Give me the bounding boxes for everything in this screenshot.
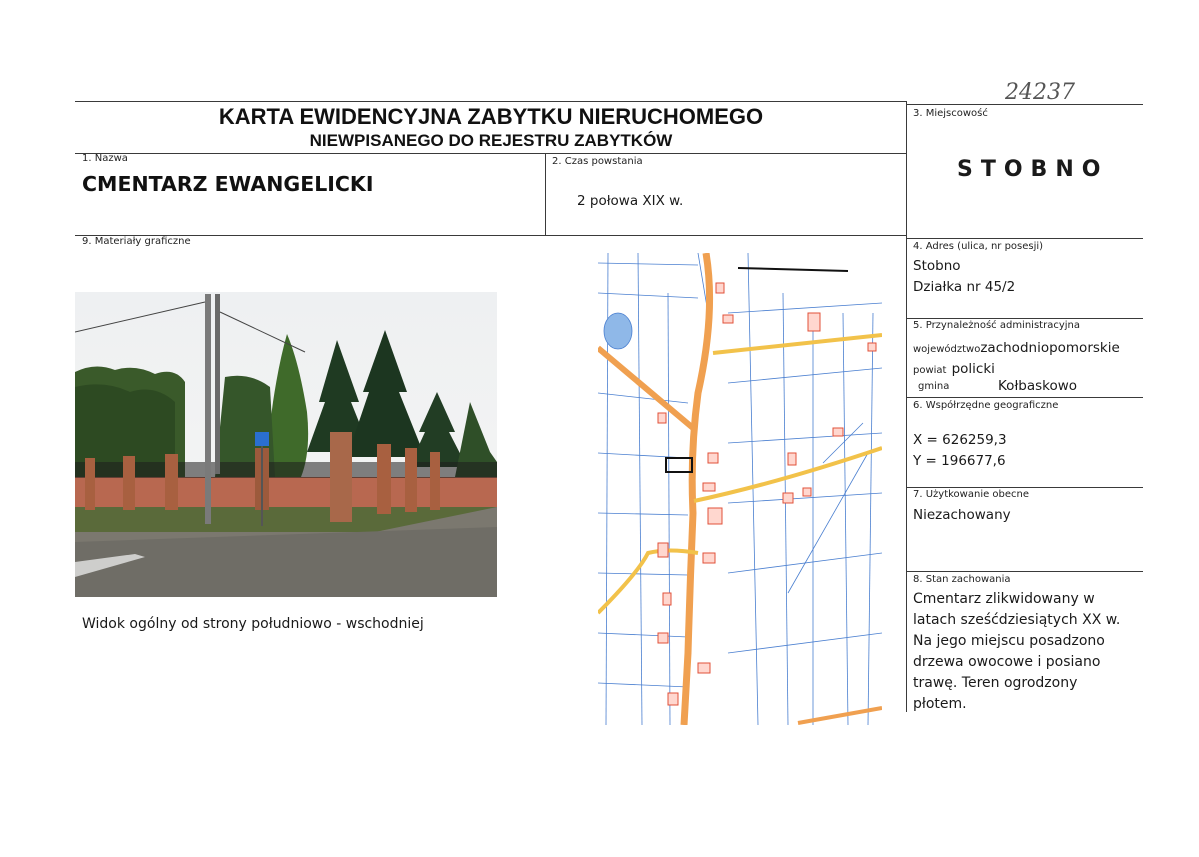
condition-line: drzewa owocowe i posiano bbox=[913, 654, 1101, 670]
divider-top bbox=[75, 101, 907, 102]
site-photo bbox=[75, 292, 497, 597]
site-map bbox=[598, 253, 882, 725]
condition-line: płotem. bbox=[913, 696, 967, 712]
registry-number: 24237 bbox=[1005, 80, 1075, 105]
date-value: 2 połowa XIX w. bbox=[577, 193, 684, 209]
voivodeship-label: województwo bbox=[913, 344, 981, 355]
usage-value: Niezachowany bbox=[913, 507, 1011, 523]
divider-vertical-right bbox=[906, 101, 907, 712]
town-value: STOBNO bbox=[957, 157, 1109, 182]
condition-line: trawę. Teren ogrodzony bbox=[913, 675, 1078, 691]
address-label: 4. Adres (ulica, nr posesji) bbox=[913, 241, 1044, 252]
graphics-label: 9. Materiały graficzne bbox=[82, 236, 191, 247]
photo-caption: Widok ogólny od strony południowo - wsch… bbox=[82, 616, 424, 632]
commune-label: gmina bbox=[918, 381, 950, 392]
date-label: 2. Czas powstania bbox=[552, 156, 643, 167]
county-label: powiat bbox=[913, 365, 947, 376]
coords-label: 6. Współrzędne geograficzne bbox=[913, 400, 1059, 411]
document-title: KARTA EWIDENCYJNA ZABYTKU NIERUCHOMEGO bbox=[218, 104, 764, 129]
voivodeship-row: województwozachodniopomorskie bbox=[913, 337, 1120, 356]
divider-vertical-mid bbox=[545, 153, 546, 236]
condition-line: latach sześćdziesiątych XX w. bbox=[913, 612, 1121, 628]
divider-coords-bottom bbox=[907, 487, 1143, 488]
divider-admin-bottom bbox=[907, 397, 1143, 398]
admin-label: 5. Przynależność administracyjna bbox=[913, 320, 1080, 331]
coord-y: Y = 196677,6 bbox=[913, 453, 1006, 469]
divider-name-bottom bbox=[75, 235, 907, 236]
usage-label: 7. Użytkowanie obecne bbox=[913, 489, 1030, 500]
address-line1: Stobno bbox=[913, 258, 961, 274]
address-line2: Działka nr 45/2 bbox=[913, 279, 1016, 295]
voivodeship-value: zachodniopomorskie bbox=[980, 340, 1120, 356]
document-subtitle: NIEWPISANEGO DO REJESTRU ZABYTKÓW bbox=[309, 131, 673, 150]
county-row: powiat policki bbox=[913, 358, 995, 377]
divider-title-bottom bbox=[75, 153, 907, 154]
divider-top-right bbox=[907, 104, 1143, 105]
divider-town-bottom bbox=[907, 238, 1143, 239]
town-label: 3. Miejscowość bbox=[913, 108, 988, 119]
name-value: CMENTARZ EWANGELICKI bbox=[82, 172, 374, 196]
divider-usage-bottom bbox=[907, 571, 1143, 572]
commune-value: Kołbaskowo bbox=[998, 378, 1078, 394]
condition-label: 8. Stan zachowania bbox=[913, 574, 1011, 585]
name-label: 1. Nazwa bbox=[82, 153, 128, 164]
divider-address-bottom bbox=[907, 318, 1143, 319]
county-value: policki bbox=[951, 361, 995, 377]
condition-line: Na jego miejscu posadzono bbox=[913, 633, 1105, 649]
coord-x: X = 626259,3 bbox=[913, 432, 1007, 448]
condition-line: Cmentarz zlikwidowany w bbox=[913, 591, 1095, 607]
